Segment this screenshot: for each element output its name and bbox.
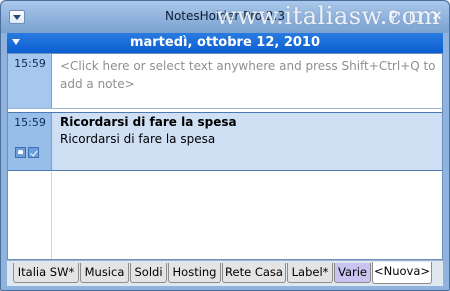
- new-note-placeholder[interactable]: <Click here or select text anywhere and …: [60, 57, 444, 93]
- tab-musica[interactable]: Musica: [80, 263, 129, 283]
- date-header[interactable]: martedì, ottobre 12, 2010: [7, 33, 443, 53]
- note-body[interactable]: Ricordarsi di fare la spesa: [60, 132, 215, 146]
- title-bar[interactable]: NotesHolder Pro 2.3 www.italiasw.com ⚲ □…: [1, 1, 449, 33]
- app-window: NotesHolder Pro 2.3 www.italiasw.com ⚲ □…: [0, 0, 450, 291]
- note-item[interactable]: 15:59 Ricordarsi di fare la spesa Ricord…: [8, 112, 442, 171]
- note-gutter: 15:59: [8, 113, 52, 170]
- note-title[interactable]: Ricordarsi di fare la spesa: [60, 115, 237, 129]
- tab-nuova[interactable]: <Nuova>: [372, 262, 432, 284]
- chevron-down-icon[interactable]: [12, 39, 20, 45]
- note-time: 15:59: [14, 116, 46, 129]
- alarm-icon[interactable]: [15, 147, 26, 158]
- note-actions: [15, 143, 41, 162]
- notes-list: 15:59 <Click here or select text anywher…: [7, 53, 443, 260]
- tab-italia-sw[interactable]: Italia SW*: [13, 263, 79, 283]
- empty-gutter: [8, 172, 52, 259]
- tab-rete-casa[interactable]: Rete Casa: [222, 263, 286, 283]
- tab-label[interactable]: Label*: [287, 263, 333, 283]
- tab-hosting[interactable]: Hosting: [168, 263, 221, 283]
- close-icon[interactable]: ✕: [429, 9, 445, 25]
- note-time: 15:59: [14, 57, 46, 70]
- new-note-row[interactable]: 15:59 <Click here or select text anywher…: [8, 54, 442, 109]
- search-icon[interactable]: ⚲: [385, 9, 401, 25]
- tab-soldi[interactable]: Soldi: [130, 263, 167, 283]
- tab-bar: Italia SW* Musica Soldi Hosting Rete Cas…: [7, 260, 443, 286]
- date-label: martedì, ottobre 12, 2010: [129, 35, 321, 50]
- pin-icon[interactable]: □: [407, 9, 423, 25]
- note-gutter: 15:59: [8, 54, 52, 108]
- tab-varie[interactable]: Varie: [334, 263, 371, 283]
- check-icon[interactable]: [28, 147, 39, 158]
